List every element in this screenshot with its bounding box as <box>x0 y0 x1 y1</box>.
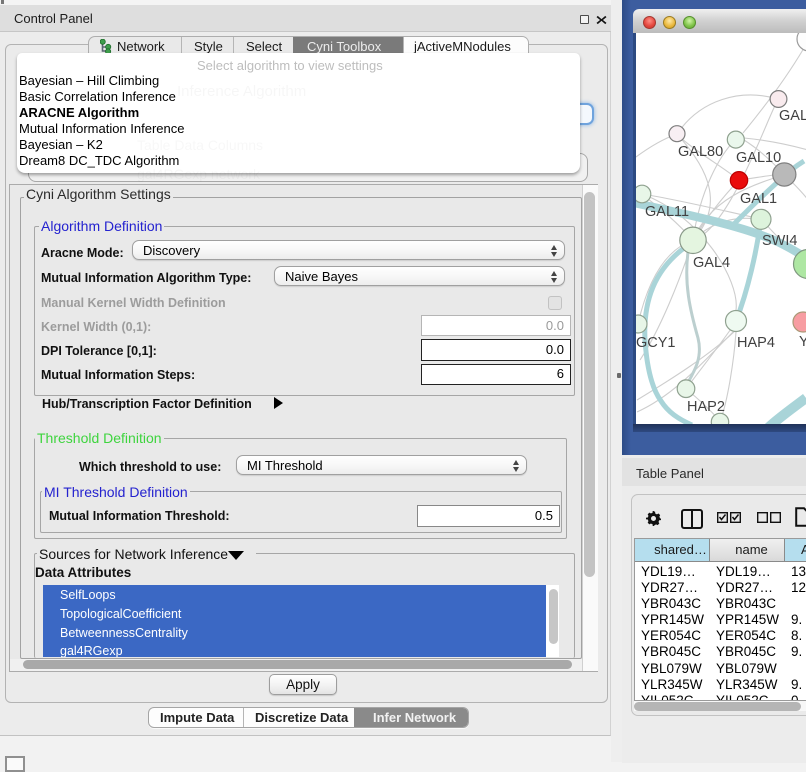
svg-text:HAP2: HAP2 <box>687 399 725 415</box>
svg-text:SWI4: SWI4 <box>762 233 797 249</box>
svg-text:GAL4: GAL4 <box>693 255 730 271</box>
svg-text:HAP4: HAP4 <box>737 335 775 351</box>
svg-text:GAL11: GAL11 <box>645 204 689 220</box>
svg-text:Y: Y <box>799 334 806 350</box>
svg-text:GAL80: GAL80 <box>678 144 723 160</box>
svg-text:GAL1: GAL1 <box>740 191 777 207</box>
svg-text:GAL10: GAL10 <box>736 150 781 166</box>
svg-text:GAL: GAL <box>779 108 806 124</box>
svg-text:GCY1: GCY1 <box>636 335 676 351</box>
